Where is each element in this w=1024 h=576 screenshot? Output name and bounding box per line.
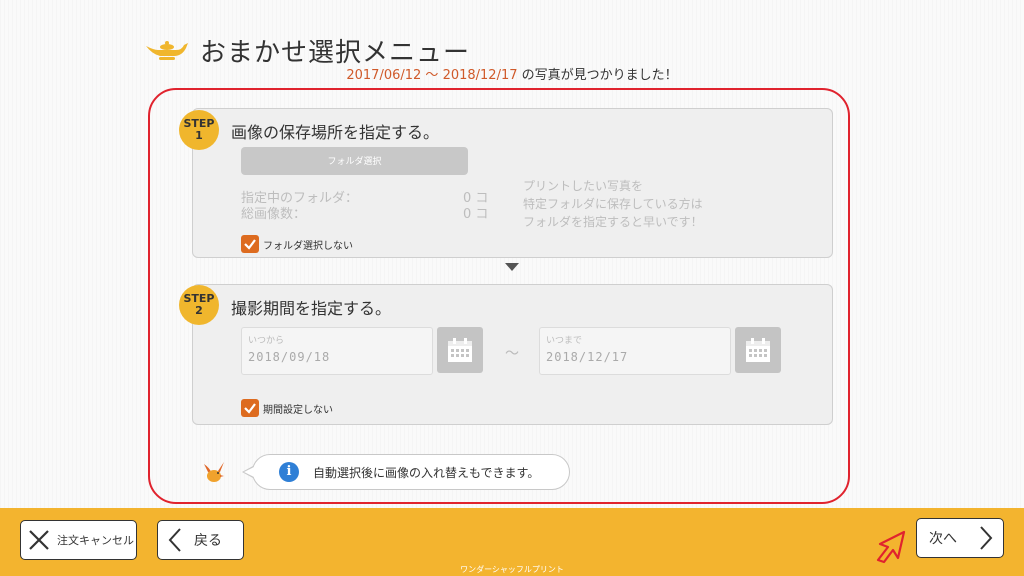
found-suffix: の写真が見つかりました！ (517, 68, 678, 83)
step2-badge: STEP 2 (179, 285, 219, 325)
calendar-icon (746, 338, 770, 362)
next-label: 次へ (929, 531, 957, 547)
found-to-date: 2018/12/17 (442, 68, 518, 83)
step1-card: 画像の保存場所を指定する。 フォルダ選択 指定中のフォルダ： 総画像数： 0 コ… (192, 108, 833, 258)
pointing-arrow-icon (876, 530, 906, 564)
back-label: 戻る (194, 533, 222, 549)
start-date-caption: いつから (248, 336, 285, 346)
end-calendar-button[interactable] (735, 327, 781, 373)
cancel-order-button[interactable]: 注文キャンセル (20, 520, 137, 560)
genie-lamp-icon (146, 41, 188, 60)
cancel-order-label: 注文キャンセル (57, 534, 134, 547)
tip-bubble: i 自動選択後に画像の入れ替えもできます。 (252, 454, 570, 490)
step1-badge-number: 1 (195, 129, 203, 142)
close-icon (29, 530, 49, 550)
start-calendar-button[interactable] (437, 327, 483, 373)
found-photos-message: 2017/06/12 ～ 2018/12/17 の写真が見つかりました！ (0, 64, 1024, 83)
triangle-down-icon (505, 263, 519, 271)
bubble-tail-inner (244, 467, 254, 477)
step1-title: 画像の保存場所を指定する。 (231, 123, 440, 142)
selected-folder-label: 指定中のフォルダ： (241, 191, 359, 206)
end-date-caption: いつまで (546, 336, 583, 346)
date-range-tilde: ～ (505, 346, 519, 362)
bird-mascot-icon (204, 462, 224, 482)
no-folder-select-checkbox[interactable]: フォルダ選択しない (241, 235, 353, 253)
back-button[interactable]: 戻る (157, 520, 244, 560)
step2-badge-number: 2 (195, 304, 203, 317)
total-images-value: 0 コ (463, 207, 489, 222)
folder-hint-line1: プリントしたい写真を (523, 179, 644, 193)
no-period-setting-label: 期間設定しない (263, 404, 333, 416)
chevron-left-icon (168, 528, 181, 552)
folder-info-labels: 指定中のフォルダ： 総画像数： (241, 191, 358, 223)
app-name-caption: ワンダーシャッフルプリント (460, 565, 564, 574)
step1-badge: STEP 1 (179, 110, 219, 150)
calendar-icon (448, 338, 472, 362)
total-images-label: 総画像数： (241, 207, 307, 222)
found-from-date: 2017/06/12 (346, 68, 422, 83)
folder-hint-line3: フォルダを指定すると早いです！ (523, 215, 703, 229)
start-date-value: 2018/09/18 (248, 350, 331, 364)
next-button[interactable]: 次へ (916, 518, 1004, 558)
start-date-field[interactable]: いつから 2018/09/18 (241, 327, 433, 375)
no-period-setting-checkbox[interactable]: 期間設定しない (241, 399, 333, 417)
step2-card: 撮影期間を指定する。 いつから 2018/09/18 ～ いつまで 2018/1… (192, 284, 833, 425)
end-date-field[interactable]: いつまで 2018/12/17 (539, 327, 731, 375)
checkmark-icon[interactable] (241, 235, 259, 253)
no-folder-select-label: フォルダ選択しない (263, 240, 353, 252)
info-icon: i (279, 462, 299, 482)
folder-hint-line2: 特定フォルダに保存している方は (523, 197, 703, 211)
checkmark-icon[interactable] (241, 399, 259, 417)
chevron-right-icon (980, 526, 993, 550)
folder-select-button[interactable]: フォルダ選択 (241, 147, 468, 175)
folder-hint: プリントしたい写真を 特定フォルダに保存している方は フォルダを指定すると早いで… (523, 177, 703, 231)
footer-bar: 注文キャンセル 戻る 次へ ワンダーシャッフルプリント (0, 508, 1024, 576)
found-date-separator: ～ (421, 68, 443, 83)
tip-text: 自動選択後に画像の入れ替えもできます。 (313, 465, 540, 480)
selected-folder-value: 0 コ (463, 191, 489, 206)
step2-title: 撮影期間を指定する。 (231, 299, 392, 318)
folder-info-values: 0 コ 0 コ (463, 191, 488, 223)
end-date-value: 2018/12/17 (546, 350, 629, 364)
